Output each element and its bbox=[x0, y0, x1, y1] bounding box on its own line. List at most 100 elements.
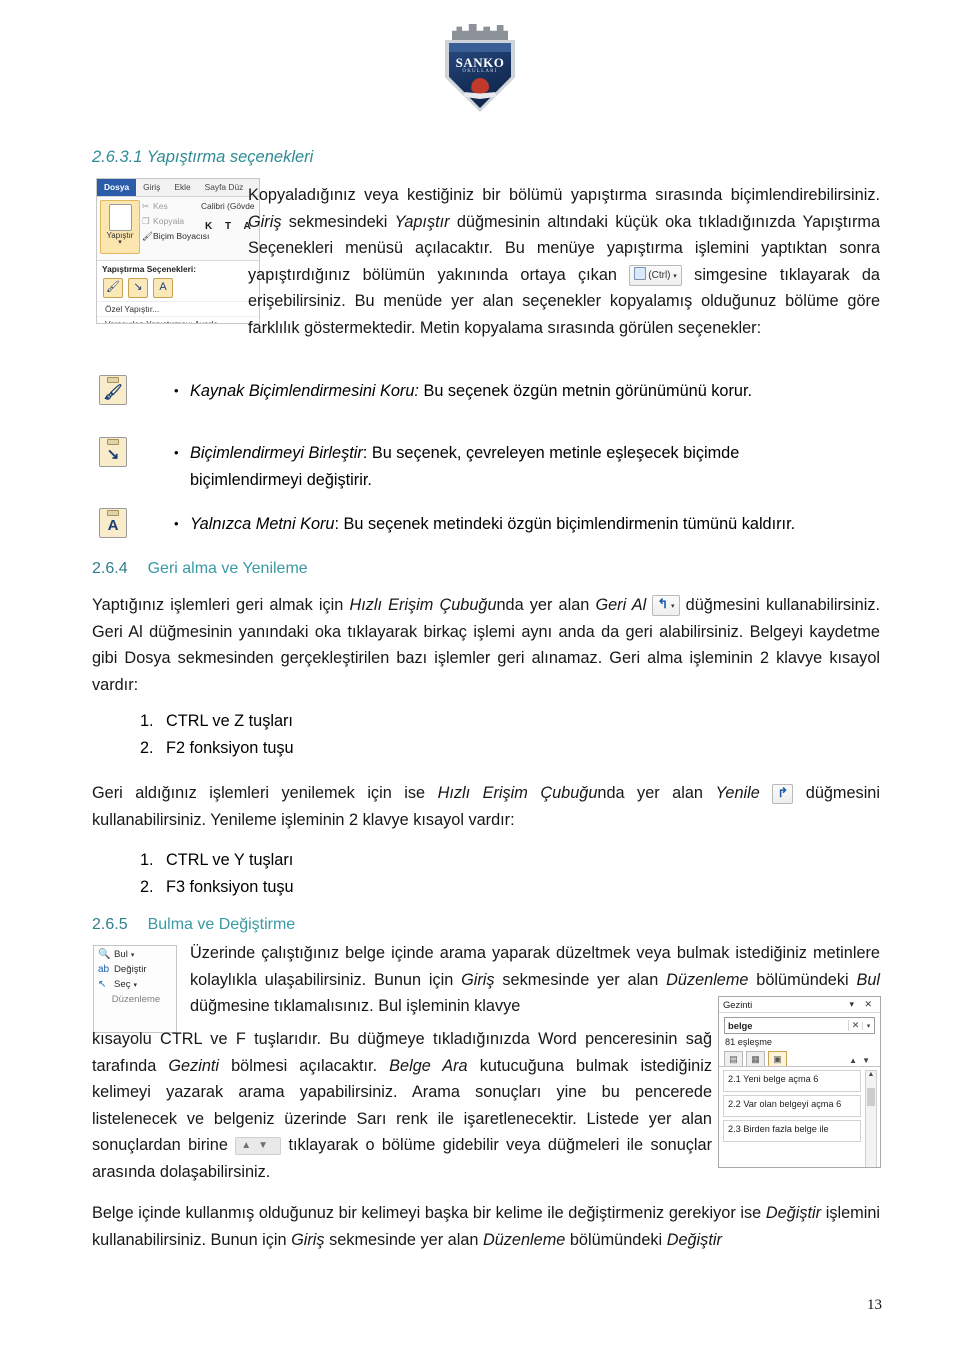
bullet-1-title: Kaynak Biçimlendirmesini Koru: bbox=[190, 382, 419, 400]
heading-2-6-5: 2.6.5 Bulma ve Değiştirme bbox=[92, 916, 295, 934]
chevron-down-icon: ▾ bbox=[130, 951, 135, 959]
merge-formatting-icon[interactable]: ↘ bbox=[128, 278, 148, 298]
nav-updown-buttons-icon[interactable]: ▲▼ bbox=[235, 1136, 282, 1155]
clipboard-icon bbox=[108, 204, 132, 231]
p5-emph-gezinti: Gezinti bbox=[168, 1056, 220, 1075]
list-number: 1. bbox=[140, 851, 154, 869]
search-options-icon[interactable]: ▾ bbox=[862, 1021, 874, 1030]
ribbon-tab-ekle[interactable]: Ekle bbox=[167, 179, 197, 196]
list-item: 2. F2 fonksiyon tuşu bbox=[140, 735, 294, 762]
shield-top-band bbox=[449, 43, 511, 52]
p6-text-a: Belge içinde kullanmış olduğunuz bir kel… bbox=[92, 1204, 766, 1222]
list-item-label: CTRL ve Y tuşları bbox=[166, 851, 294, 869]
paragraph-navigation: kısayolu CTRL ve F tuşlarıdır. Bu düğmey… bbox=[92, 1026, 712, 1185]
p4-text-b: sekmesinde yer alan bbox=[494, 970, 667, 989]
tab-pages[interactable]: ▦ bbox=[746, 1051, 765, 1066]
list-item-label: F3 fonksiyon tuşu bbox=[166, 878, 294, 896]
list-item: 1. CTRL ve Y tuşları bbox=[140, 847, 294, 874]
scrollbar-thumb[interactable] bbox=[867, 1088, 875, 1106]
nav-search-value: belge bbox=[728, 1020, 753, 1031]
tab-results[interactable]: ▣ bbox=[768, 1051, 787, 1066]
p6-text-d: bölümündeki bbox=[565, 1230, 667, 1249]
brush-icon: 🖌 bbox=[142, 231, 153, 241]
select-command[interactable]: ↖ Seç ▾ bbox=[98, 979, 174, 990]
nav-prev-next-icons[interactable]: ▲▼ bbox=[849, 1056, 875, 1065]
select-label: Seç bbox=[114, 979, 131, 990]
ribbon-tab-giris[interactable]: Giriş bbox=[136, 179, 167, 196]
logo-subtitle: OKULLARI bbox=[462, 69, 498, 74]
list-item[interactable]: 2.2 Var olan belgeyi açma 6 bbox=[723, 1095, 861, 1117]
ribbon-tab-sayfa-duzeni[interactable]: Sayfa Düz bbox=[198, 179, 251, 196]
format-painter-command[interactable]: 🖌Biçim Boyacısı bbox=[142, 231, 209, 242]
paste-ctrl-button-icon[interactable]: (Ctrl) ▾ bbox=[629, 264, 682, 286]
nav-search-box[interactable]: belge ✕ ▾ bbox=[724, 1017, 875, 1034]
bullet-keep-source: • Kaynak Biçimlendirmesini Koru: Bu seçen… bbox=[174, 378, 870, 405]
p4-text-c: bölümündeki bbox=[748, 970, 857, 989]
bullet-dot: • bbox=[174, 445, 179, 460]
replace-command[interactable]: ab Değiştir bbox=[98, 964, 174, 975]
scissors-icon: ✂ bbox=[142, 201, 150, 211]
p3-emph-hizli-erisim: Hızlı Erişim Çubuğu bbox=[437, 784, 598, 802]
page-number: 13 bbox=[867, 1297, 882, 1313]
paragraph-redo: Geri aldığınız işlemleri yenilemek için … bbox=[92, 780, 880, 833]
nav-pane-titlebar: Gezinti ▾ ✕ bbox=[719, 997, 880, 1013]
keep-text-only-icon[interactable]: A bbox=[153, 278, 173, 298]
list-item[interactable]: 2.3 Birden fazla belge ile bbox=[723, 1120, 861, 1142]
clipboard-commands: ✂ Kes ❐ Kopyala 🖌Biçim Boyacısı bbox=[142, 201, 209, 246]
p3-emph-yenile: Yenile bbox=[715, 784, 760, 802]
p6-emph-degistir-2: Değiştir bbox=[666, 1230, 722, 1249]
chevron-down-icon: ▾ bbox=[671, 603, 675, 611]
menu-item-varsayilan-yapistirma[interactable]: Varsayılan Yapıştırmayı Ayarla... bbox=[97, 316, 259, 323]
nav-pane-title: Gezinti bbox=[723, 999, 753, 1010]
list-number: 1. bbox=[140, 712, 154, 730]
bullet-dot: • bbox=[174, 516, 179, 531]
paste-options-title: Yapıştırma Seçenekleri: bbox=[102, 264, 197, 274]
word-editing-group-screenshot: 🔍 Bul ▾ ab Değiştir ↖ Seç ▾ Düzenleme bbox=[93, 945, 177, 1033]
p4-emph-giris: Giriş bbox=[461, 970, 495, 989]
scroll-up-icon[interactable]: ▲ bbox=[866, 1071, 876, 1078]
p6-emph-degistir-1: Değiştir bbox=[765, 1204, 822, 1222]
clipboard-mini-icon bbox=[634, 266, 647, 280]
p4-text-d: düğmesine tıklamalısınız. Bul işleminin … bbox=[190, 997, 521, 1015]
p3-text-a: Geri aldığınız işlemleri yenilemek için … bbox=[92, 784, 438, 802]
editing-group-label: Düzenleme bbox=[111, 994, 161, 1005]
undo-button-icon[interactable]: ↰ ▾ bbox=[652, 595, 680, 617]
list-item[interactable]: 2.1 Yeni belge açma 6 bbox=[723, 1070, 861, 1092]
list-item-label: CTRL ve Z tuşları bbox=[166, 712, 293, 730]
bullet-3-text: : Bu seçenek metindeki özgün biçimlendir… bbox=[334, 515, 796, 533]
p5-text-b: bölmesi açılacaktır. bbox=[219, 1056, 390, 1075]
p6-emph-giris: Giriş bbox=[291, 1230, 325, 1249]
tab-headings[interactable]: ▤ bbox=[724, 1051, 743, 1066]
paste-options-menu: Yapıştırma Seçenekleri: 🖌 ↘ A Özel Yapış… bbox=[97, 261, 259, 323]
arrow-down-right-icon: ↘ bbox=[106, 446, 120, 463]
cursor-icon: ↖ bbox=[98, 979, 107, 990]
list-item: 1. CTRL ve Z tuşları bbox=[140, 708, 294, 735]
word-paste-ribbon-screenshot: Dosya Giriş Ekle Sayfa Düz Yapıştır ▾ ✂ K… bbox=[96, 178, 260, 324]
p1-text-a: Kopyaladığınız veya kestiğiniz bir bölüm… bbox=[248, 186, 880, 204]
clear-search-icon[interactable]: ✕ bbox=[848, 1020, 862, 1031]
undo-arrow-icon: ↰ bbox=[657, 596, 669, 612]
nav-pane-tabs: ▤ ▦ ▣ ▲▼ bbox=[719, 1049, 880, 1067]
find-command[interactable]: 🔍 Bul ▾ bbox=[98, 949, 174, 960]
nav-pane-controls[interactable]: ▾ ✕ bbox=[849, 999, 876, 1010]
paragraph-paste-intro: Kopyaladığınız veya kestiğiniz bir bölüm… bbox=[248, 182, 880, 341]
p1-emph-giris: Giriş bbox=[248, 212, 282, 231]
paste-button[interactable]: Yapıştır ▾ bbox=[100, 200, 140, 254]
cut-command[interactable]: ✂ Kes bbox=[142, 201, 209, 212]
font-name-box[interactable]: Calibri (Gövde bbox=[201, 201, 255, 211]
heading-2-6-4-title: Geri alma ve Yenileme bbox=[147, 560, 308, 577]
redo-button-icon[interactable]: ↱ bbox=[772, 783, 794, 804]
ribbon-tab-dosya[interactable]: Dosya bbox=[97, 179, 137, 196]
p2-emph-geri-al: Geri Al bbox=[595, 596, 647, 614]
copy-command[interactable]: ❐ Kopyala bbox=[142, 216, 209, 227]
chevron-down-icon[interactable]: ▾ bbox=[101, 239, 139, 246]
p4-emph-bul: Bul bbox=[856, 970, 880, 989]
nav-results-scrollbar[interactable]: ▲ bbox=[865, 1070, 877, 1167]
chevron-down-icon: ▾ bbox=[673, 272, 677, 280]
keep-source-formatting-icon[interactable]: 🖌 bbox=[103, 278, 123, 298]
menu-item-ozel-yapistir[interactable]: Özel Yapıştır... bbox=[97, 301, 259, 316]
paste-options-icons: 🖌 ↘ A bbox=[97, 277, 259, 301]
document-page: SANKO OKULLARI 2.6.3.1 Yapıştırma seçene… bbox=[0, 0, 960, 1360]
p1-emph-yapistir: Yapıştır bbox=[394, 212, 450, 231]
nav-match-count: 81 eşleşme bbox=[725, 1037, 772, 1047]
